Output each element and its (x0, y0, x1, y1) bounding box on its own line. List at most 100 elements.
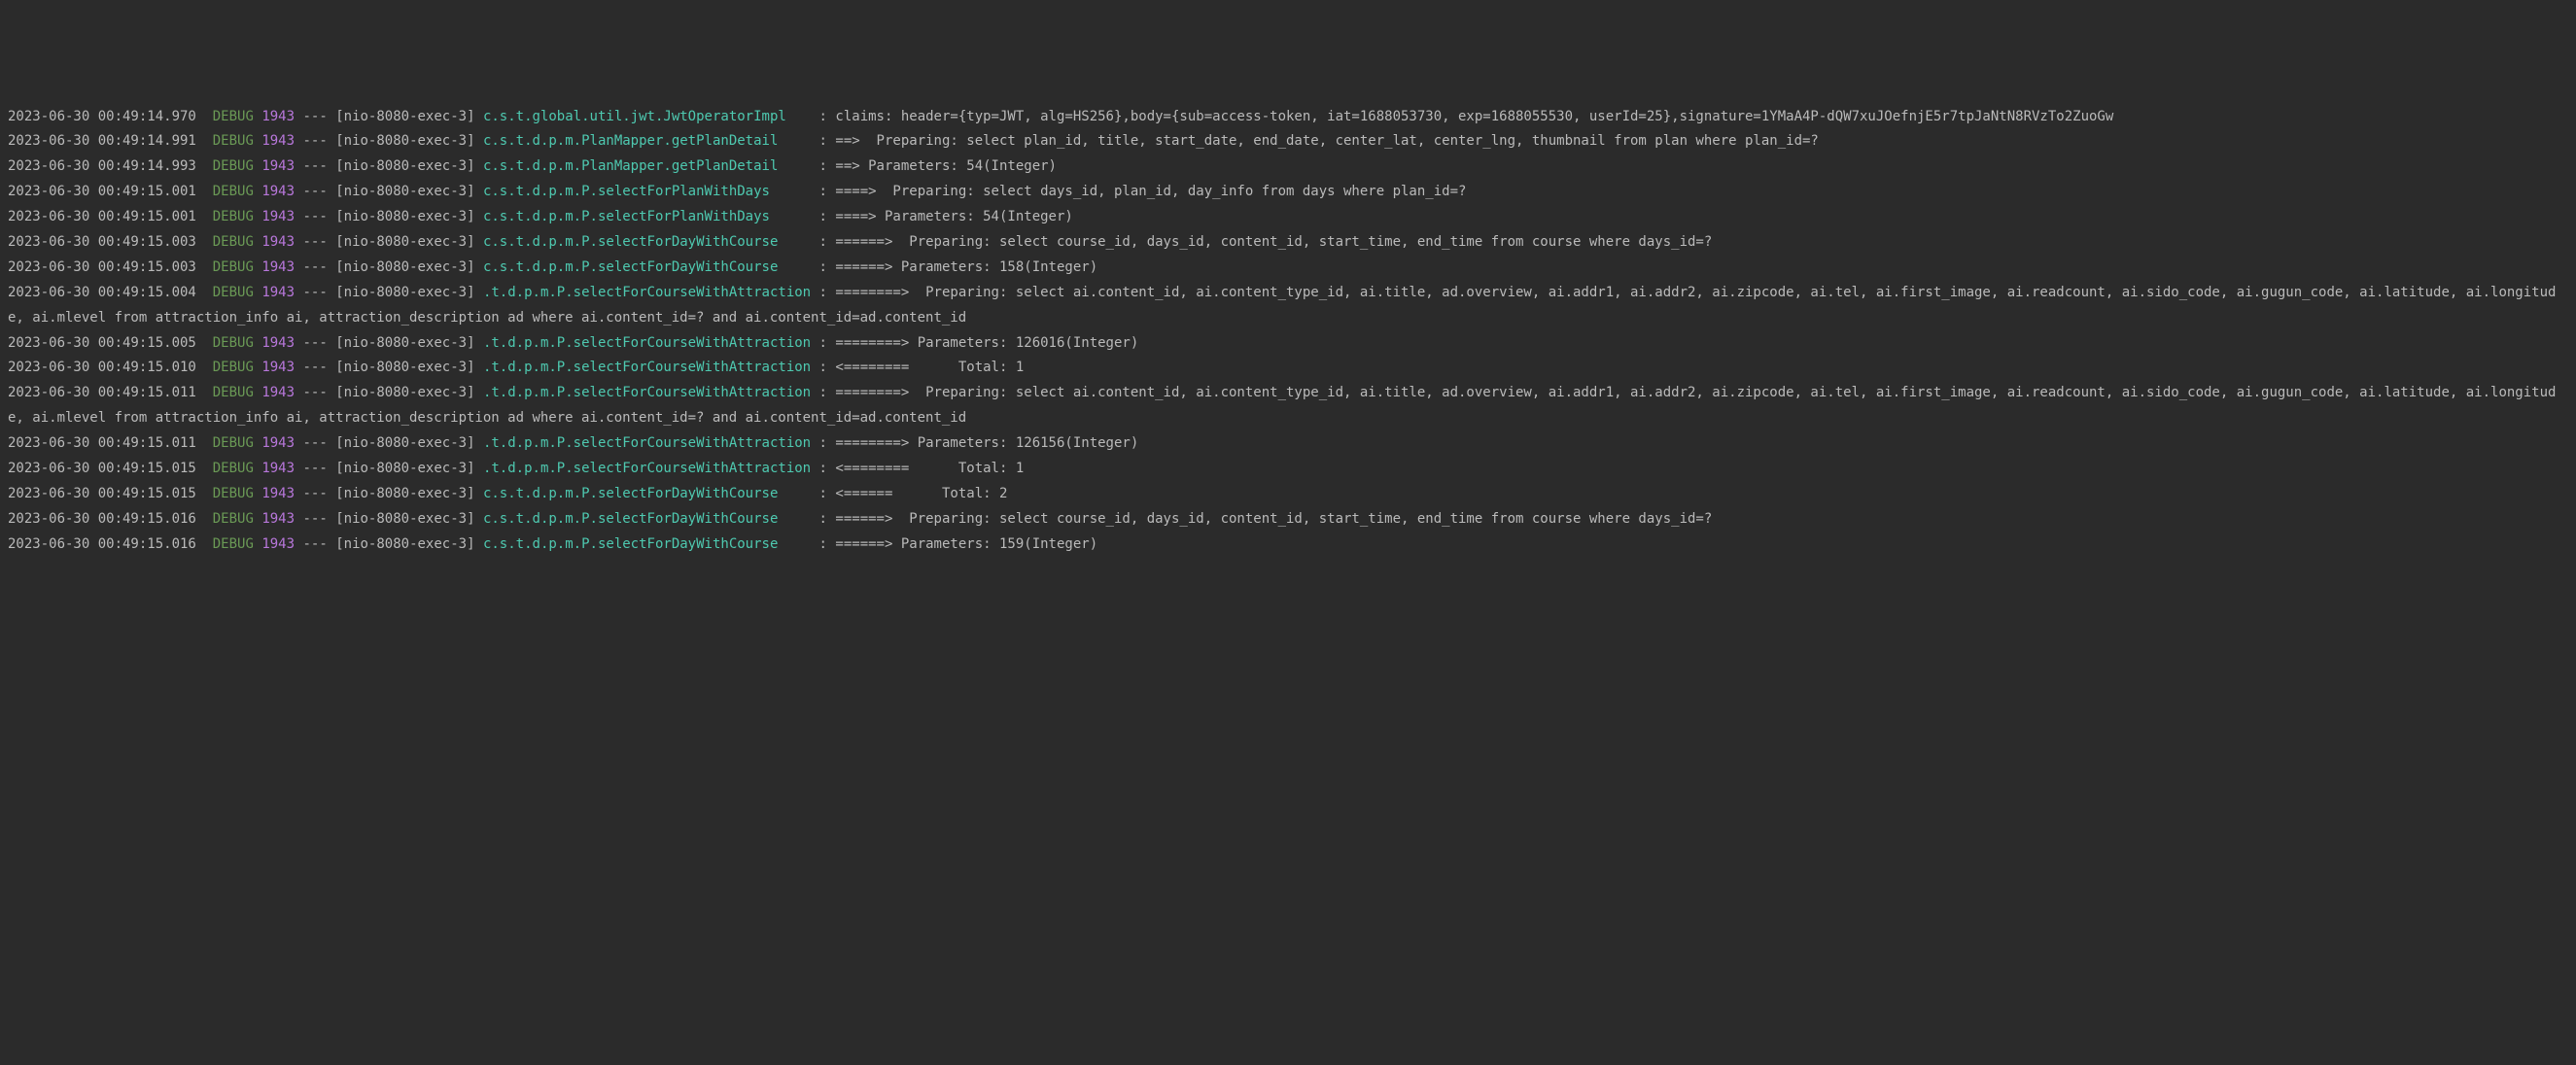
log-line: 2023-06-30 00:49:15.001 DEBUG 1943 --- [… (8, 180, 2568, 205)
log-thread: [nio-8080-exec-3] (335, 435, 474, 451)
log-line: 2023-06-30 00:49:15.016 DEBUG 1943 --- [… (8, 507, 2568, 532)
log-message: ====> Parameters: 54(Integer) (827, 209, 1073, 224)
log-pid: 1943 (261, 109, 295, 124)
log-thread: [nio-8080-exec-3] (335, 158, 474, 174)
log-pid: 1943 (261, 360, 295, 375)
log-timestamp: 2023-06-30 00:49:15.004 (8, 285, 196, 300)
log-timestamp: 2023-06-30 00:49:15.011 (8, 435, 196, 451)
log-timestamp: 2023-06-30 00:49:15.015 (8, 461, 196, 476)
log-separator: --- (302, 486, 327, 501)
log-message: ======> Preparing: select course_id, day… (827, 511, 1712, 527)
log-timestamp: 2023-06-30 00:49:15.003 (8, 259, 196, 275)
log-pid: 1943 (261, 536, 295, 552)
log-thread: [nio-8080-exec-3] (335, 133, 474, 149)
log-logger: c.s.t.d.p.m.P.selectForDayWithCourse (483, 536, 811, 552)
log-message: ==> Parameters: 54(Integer) (827, 158, 1057, 174)
log-level: DEBUG (213, 133, 254, 149)
log-level: DEBUG (213, 435, 254, 451)
log-message: ======> Preparing: select course_id, day… (827, 234, 1712, 250)
log-separator: --- (302, 536, 327, 552)
log-logger: .t.d.p.m.P.selectForCourseWithAttraction (483, 385, 811, 400)
log-pid: 1943 (261, 133, 295, 149)
log-logger: c.s.t.global.util.jwt.JwtOperatorImpl (483, 109, 811, 124)
log-timestamp: 2023-06-30 00:49:15.001 (8, 184, 196, 199)
log-timestamp: 2023-06-30 00:49:14.993 (8, 158, 196, 174)
log-timestamp: 2023-06-30 00:49:15.011 (8, 385, 196, 400)
log-message: <======== Total: 1 (827, 360, 1024, 375)
log-timestamp: 2023-06-30 00:49:15.016 (8, 511, 196, 527)
log-colon: : (819, 511, 827, 527)
log-pid: 1943 (261, 234, 295, 250)
log-logger: c.s.t.d.p.m.P.selectForPlanWithDays (483, 209, 811, 224)
log-level: DEBUG (213, 461, 254, 476)
log-line: 2023-06-30 00:49:15.010 DEBUG 1943 --- [… (8, 356, 2568, 381)
log-separator: --- (302, 184, 327, 199)
log-pid: 1943 (261, 486, 295, 501)
log-level: DEBUG (213, 511, 254, 527)
log-level: DEBUG (213, 285, 254, 300)
log-colon: : (819, 360, 827, 375)
log-thread: [nio-8080-exec-3] (335, 184, 474, 199)
log-logger: c.s.t.d.p.m.P.selectForDayWithCourse (483, 259, 811, 275)
log-message: <======== Total: 1 (827, 461, 1024, 476)
log-pid: 1943 (261, 184, 295, 199)
log-pid: 1943 (261, 335, 295, 351)
log-logger: c.s.t.d.p.m.PlanMapper.getPlanDetail (483, 133, 811, 149)
log-pid: 1943 (261, 511, 295, 527)
log-message: ====> Preparing: select days_id, plan_id… (827, 184, 1466, 199)
log-level: DEBUG (213, 109, 254, 124)
log-line: 2023-06-30 00:49:15.015 DEBUG 1943 --- [… (8, 482, 2568, 507)
log-colon: : (819, 133, 827, 149)
log-logger: c.s.t.d.p.m.PlanMapper.getPlanDetail (483, 158, 811, 174)
log-timestamp: 2023-06-30 00:49:14.970 (8, 109, 196, 124)
log-line: 2023-06-30 00:49:15.001 DEBUG 1943 --- [… (8, 205, 2568, 230)
log-level: DEBUG (213, 486, 254, 501)
log-message: ========> Parameters: 126156(Integer) (827, 435, 1138, 451)
log-colon: : (819, 486, 827, 501)
log-separator: --- (302, 435, 327, 451)
log-thread: [nio-8080-exec-3] (335, 285, 474, 300)
log-line: 2023-06-30 00:49:14.993 DEBUG 1943 --- [… (8, 155, 2568, 180)
log-thread: [nio-8080-exec-3] (335, 209, 474, 224)
log-output: 2023-06-30 00:49:14.970 DEBUG 1943 --- [… (8, 105, 2568, 558)
log-separator: --- (302, 158, 327, 174)
log-separator: --- (302, 285, 327, 300)
log-thread: [nio-8080-exec-3] (335, 335, 474, 351)
log-separator: --- (302, 234, 327, 250)
log-separator: --- (302, 461, 327, 476)
log-colon: : (819, 385, 827, 400)
log-thread: [nio-8080-exec-3] (335, 259, 474, 275)
log-pid: 1943 (261, 158, 295, 174)
log-timestamp: 2023-06-30 00:49:15.005 (8, 335, 196, 351)
log-separator: --- (302, 209, 327, 224)
log-thread: [nio-8080-exec-3] (335, 536, 474, 552)
log-timestamp: 2023-06-30 00:49:14.991 (8, 133, 196, 149)
log-message: ======> Parameters: 158(Integer) (827, 259, 1097, 275)
log-line: 2023-06-30 00:49:15.005 DEBUG 1943 --- [… (8, 331, 2568, 357)
log-pid: 1943 (261, 285, 295, 300)
log-colon: : (819, 158, 827, 174)
log-logger: .t.d.p.m.P.selectForCourseWithAttraction (483, 435, 811, 451)
log-colon: : (819, 335, 827, 351)
log-colon: : (819, 109, 827, 124)
log-colon: : (819, 536, 827, 552)
log-timestamp: 2023-06-30 00:49:15.010 (8, 360, 196, 375)
log-colon: : (819, 184, 827, 199)
log-logger: c.s.t.d.p.m.P.selectForDayWithCourse (483, 234, 811, 250)
log-pid: 1943 (261, 259, 295, 275)
log-logger: c.s.t.d.p.m.P.selectForPlanWithDays (483, 184, 811, 199)
log-line: 2023-06-30 00:49:15.015 DEBUG 1943 --- [… (8, 457, 2568, 482)
log-timestamp: 2023-06-30 00:49:15.003 (8, 234, 196, 250)
log-separator: --- (302, 335, 327, 351)
log-thread: [nio-8080-exec-3] (335, 511, 474, 527)
log-level: DEBUG (213, 360, 254, 375)
log-level: DEBUG (213, 335, 254, 351)
log-logger: .t.d.p.m.P.selectForCourseWithAttraction (483, 360, 811, 375)
log-line: 2023-06-30 00:49:15.003 DEBUG 1943 --- [… (8, 230, 2568, 256)
log-message: ==> Preparing: select plan_id, title, st… (827, 133, 1819, 149)
log-logger: .t.d.p.m.P.selectForCourseWithAttraction (483, 335, 811, 351)
log-colon: : (819, 259, 827, 275)
log-separator: --- (302, 259, 327, 275)
log-colon: : (819, 209, 827, 224)
log-timestamp: 2023-06-30 00:49:15.001 (8, 209, 196, 224)
